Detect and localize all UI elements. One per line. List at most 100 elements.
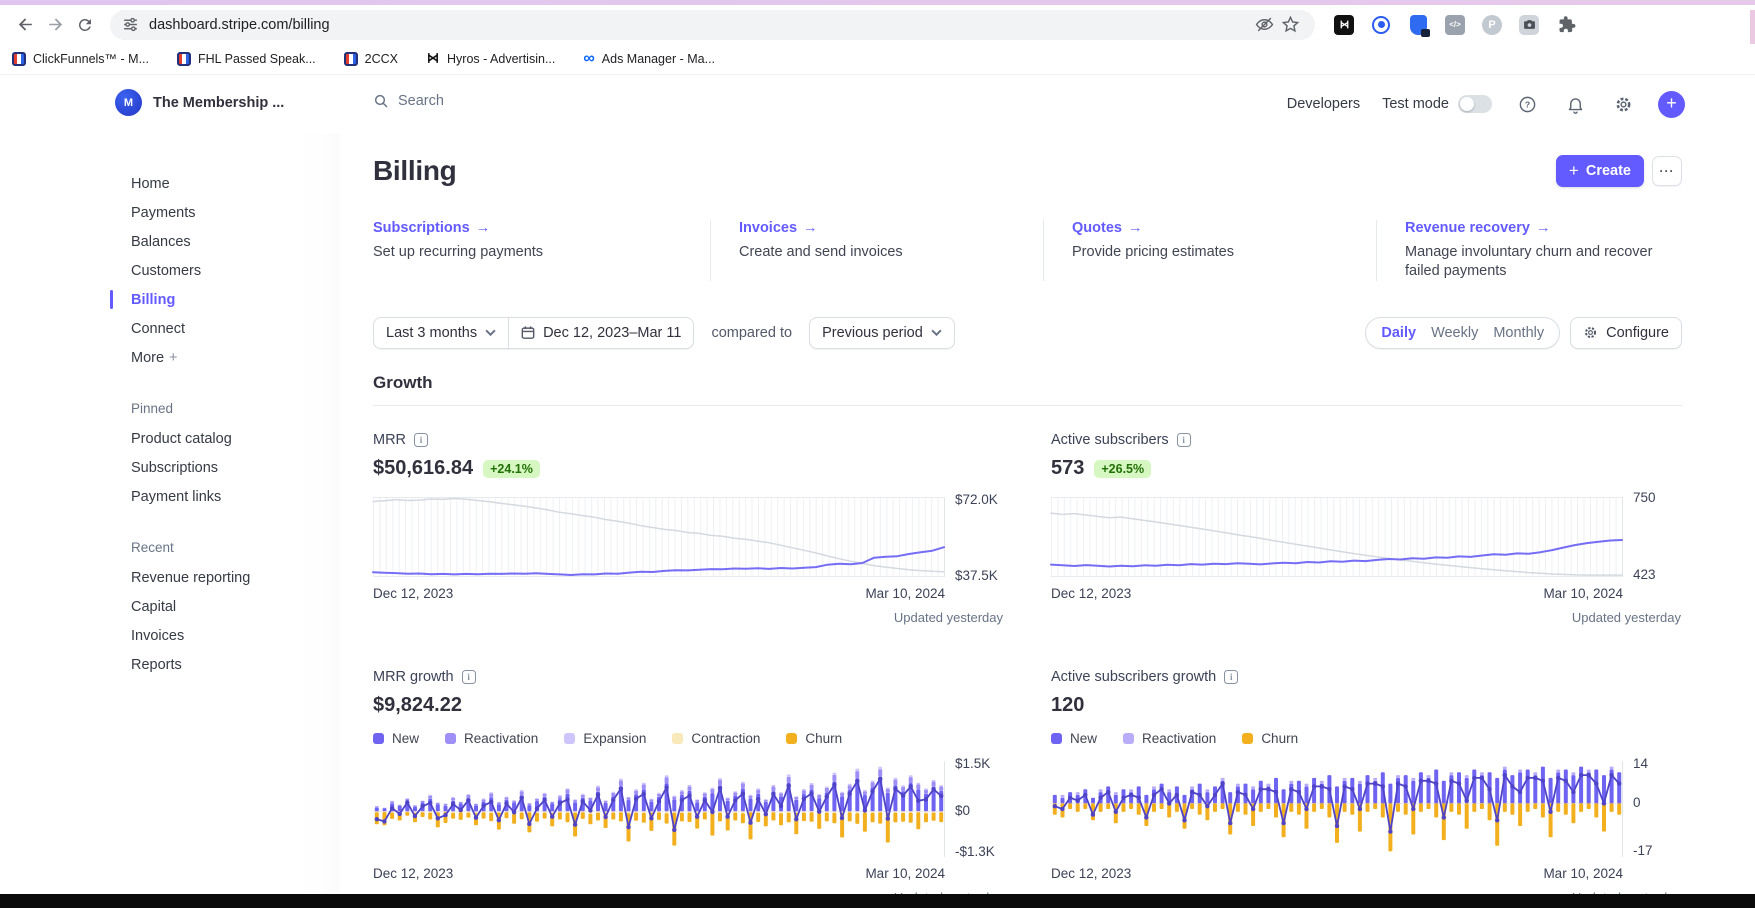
back-button[interactable] xyxy=(10,10,40,40)
granularity-monthly[interactable]: Monthly xyxy=(1493,325,1544,341)
sidebar-item-more[interactable]: More+ xyxy=(0,343,340,372)
legend-swatch xyxy=(1123,733,1134,744)
legend-swatch xyxy=(672,733,683,744)
legend-item-contraction: Contraction xyxy=(672,731,760,746)
shortcut-link-subscriptions[interactable]: Subscriptions→ xyxy=(373,220,490,236)
mrr-growth-chart[interactable]: $1.5K$0-$1.3K xyxy=(373,761,945,857)
clickfunnels-icon xyxy=(177,52,191,66)
account-switcher[interactable]: M The Membership ... xyxy=(115,89,284,116)
chevron-down-icon xyxy=(931,329,942,336)
arrow-right-icon: → xyxy=(803,220,818,236)
charts-grid: MRR i $50,616.84 +24.1% $72.0K$37.5K Dec… xyxy=(373,430,1682,905)
bookmark-label: Hyros - Advertisin... xyxy=(447,52,555,66)
bookmark-item[interactable]: FHL Passed Speak... xyxy=(177,52,316,66)
active-subscribers-card: Active subscribers i 573 +26.5% 750423 D… xyxy=(1051,430,1681,625)
legend-label: Reactivation xyxy=(464,731,538,746)
bookmark-star-icon[interactable] xyxy=(1277,12,1303,38)
password-shield-extension-icon[interactable] xyxy=(1407,14,1429,36)
shortcut-link-invoices[interactable]: Invoices→ xyxy=(739,220,818,236)
sidebar-item-revenue-reporting[interactable]: Revenue reporting xyxy=(0,563,340,592)
legend-item-reactivation: Reactivation xyxy=(1123,731,1216,746)
devtools-extension-icon[interactable]: </> xyxy=(1444,14,1466,36)
x-axis-start: Dec 12, 2023 xyxy=(1051,586,1131,601)
x-axis-start: Dec 12, 2023 xyxy=(1051,866,1131,881)
bell-icon[interactable] xyxy=(1562,91,1588,117)
legend-label: Expansion xyxy=(583,731,646,746)
search-input[interactable]: Search xyxy=(373,93,444,109)
reload-button[interactable] xyxy=(70,10,100,40)
y-axis-label: 750 xyxy=(1633,490,1656,505)
sidebar-item-balances[interactable]: Balances xyxy=(0,227,340,256)
active-subscribers-growth-chart[interactable]: 140-17 xyxy=(1051,761,1623,857)
bookmark-item[interactable]: ClickFunnels™ - M... xyxy=(12,52,149,66)
sidebar-item-payments[interactable]: Payments xyxy=(0,198,340,227)
sidebar-item-invoices[interactable]: Invoices xyxy=(0,621,340,650)
legend-item-reactivation: Reactivation xyxy=(445,731,538,746)
screenshot-extension-icon[interactable] xyxy=(1518,14,1540,36)
bookmark-item[interactable]: ∞Ads Manager - Ma... xyxy=(583,52,715,66)
gear-icon[interactable] xyxy=(1610,91,1636,117)
sidebar-item-label: Customers xyxy=(131,263,201,279)
active-subscribers-chart[interactable]: 750423 xyxy=(1051,497,1623,577)
site-settings-icon[interactable] xyxy=(122,16,139,33)
sidebar-nav: HomePayments Balances Customers BillingConn… xyxy=(0,133,340,908)
sidebar-item-reports[interactable]: Reports xyxy=(0,650,340,679)
mrr-svg xyxy=(373,497,945,577)
sidebar-item-connect[interactable]: Connect xyxy=(0,314,340,343)
help-icon[interactable]: ? xyxy=(1514,91,1540,117)
sidebar-item-home[interactable]: Home xyxy=(0,169,340,198)
shortcut-link-quotes[interactable]: Quotes→ xyxy=(1072,220,1142,236)
shortcut-link-revenue-recovery[interactable]: Revenue recovery→ xyxy=(1405,220,1550,236)
utility-extension-icon[interactable]: P xyxy=(1481,14,1503,36)
chevron-down-icon xyxy=(485,329,496,336)
test-mode-control: Test mode xyxy=(1382,95,1492,113)
x-axis-end: Mar 10, 2024 xyxy=(1543,586,1623,601)
forward-button[interactable] xyxy=(40,10,70,40)
legend-label: Contraction xyxy=(691,731,760,746)
active-subscribers-growth-card: Active subscribers growth i 120 NewReact… xyxy=(1051,667,1681,905)
bookmark-label: Ads Manager - Ma... xyxy=(602,52,715,66)
bookmark-label: FHL Passed Speak... xyxy=(198,52,316,66)
quick-create-button[interactable]: + xyxy=(1658,91,1685,118)
granularity-weekly[interactable]: Weekly xyxy=(1431,325,1478,341)
configure-button[interactable]: Configure xyxy=(1570,317,1682,349)
date-range-preset-dropdown[interactable]: Last 3 months xyxy=(373,317,509,349)
sidebar-item-label: Product catalog xyxy=(131,431,232,447)
info-icon[interactable]: i xyxy=(1177,433,1191,447)
bookmark-label: 2CCX xyxy=(365,52,398,66)
sidebar-item-product-catalog[interactable]: Product catalog xyxy=(0,424,340,453)
bookmark-item[interactable]: Hyros - Advertisin... xyxy=(426,51,555,68)
info-icon[interactable]: i xyxy=(414,433,428,447)
sidebar-item-billing[interactable]: Billing xyxy=(0,285,340,314)
sidebar-item-label: Balances xyxy=(131,234,191,250)
info-icon[interactable]: i xyxy=(462,670,476,684)
hyros-extension-icon[interactable] xyxy=(1333,14,1355,36)
recorder-extension-icon[interactable] xyxy=(1370,14,1392,36)
y-axis-label: -17 xyxy=(1633,843,1653,858)
sidebar-item-payment-links[interactable]: Payment links xyxy=(0,482,340,511)
browser-toolbar: dashboard.stripe.com/billing </> P xyxy=(0,5,1755,44)
developers-link[interactable]: Developers xyxy=(1287,96,1360,112)
overflow-menu-button[interactable]: ··· xyxy=(1652,156,1682,186)
sidebar-item-customers[interactable]: Customers xyxy=(0,256,340,285)
sidebar-item-capital[interactable]: Capital xyxy=(0,592,340,621)
comparison-dropdown[interactable]: Previous period xyxy=(809,317,955,349)
privacy-eye-off-icon[interactable] xyxy=(1251,12,1277,38)
y-axis-label: 14 xyxy=(1633,756,1648,771)
sidebar-item-subscriptions[interactable]: Subscriptions xyxy=(0,453,340,482)
test-mode-toggle[interactable] xyxy=(1458,95,1492,113)
extensions-puzzle-icon[interactable] xyxy=(1555,14,1577,36)
legend-swatch xyxy=(564,733,575,744)
hyros-icon xyxy=(426,51,440,68)
legend-item-churn: Churn xyxy=(1242,731,1298,746)
url-bar[interactable]: dashboard.stripe.com/billing xyxy=(110,10,1315,40)
date-range-picker[interactable]: Dec 12, 2023–Mar 11 xyxy=(508,317,694,349)
create-button[interactable]: + Create xyxy=(1556,155,1644,187)
y-axis-label: $37.5K xyxy=(955,568,998,583)
granularity-daily[interactable]: Daily xyxy=(1381,325,1416,341)
info-icon[interactable]: i xyxy=(1224,670,1238,684)
url-text[interactable]: dashboard.stripe.com/billing xyxy=(149,17,1251,33)
bookmark-item[interactable]: 2CCX xyxy=(344,52,398,66)
configure-label: Configure xyxy=(1606,325,1669,341)
mrr-chart[interactable]: $72.0K$37.5K xyxy=(373,497,945,577)
